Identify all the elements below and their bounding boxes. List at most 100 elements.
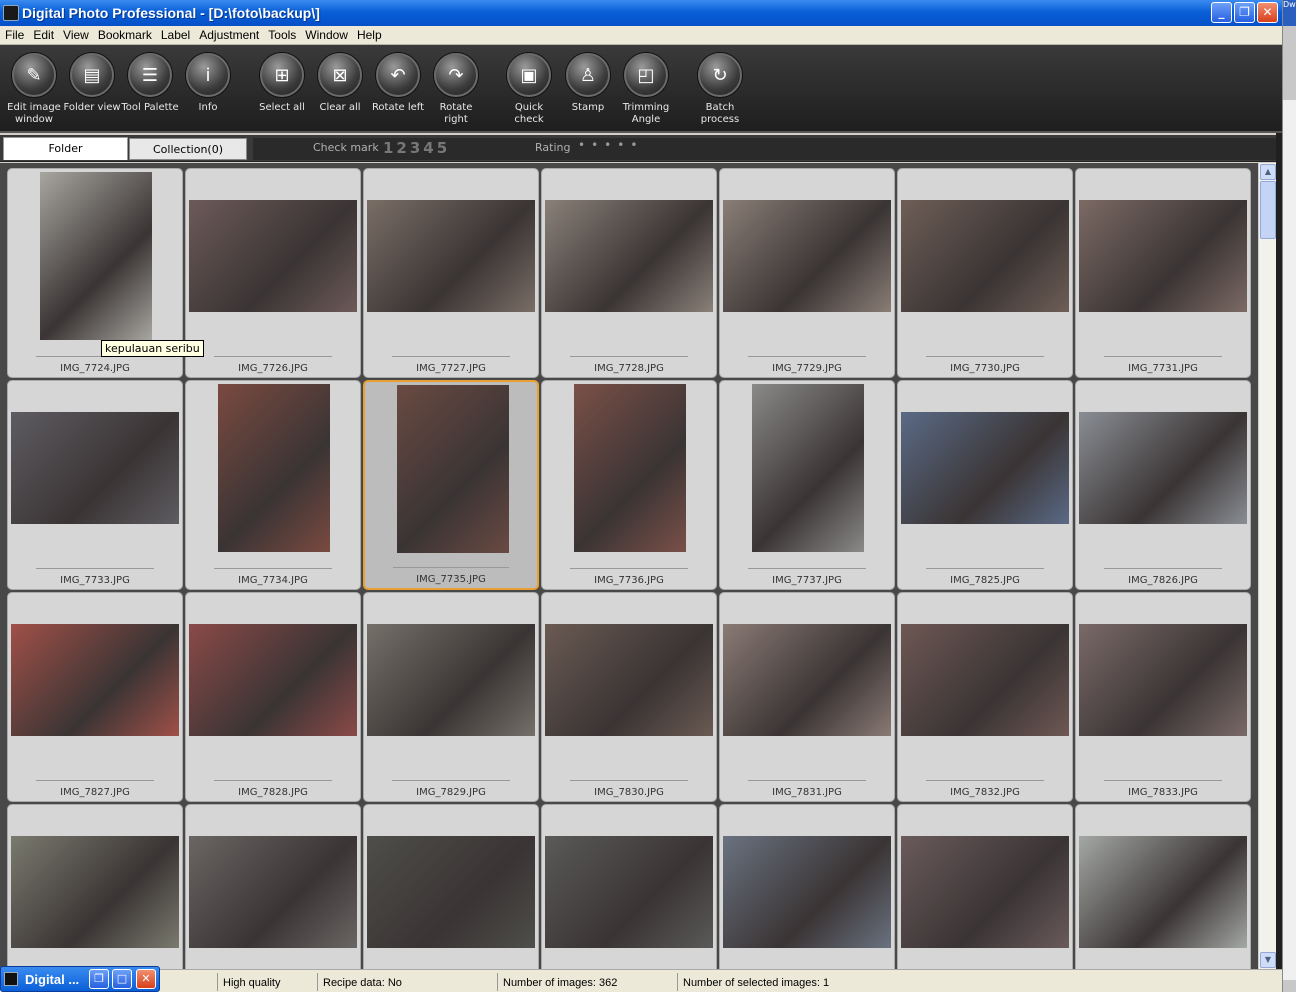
batch-process-icon: ↻	[698, 53, 742, 97]
thumbnail-image[interactable]	[545, 624, 713, 736]
thumbnail-cell[interactable]	[185, 804, 361, 969]
menu-item-window[interactable]: Window	[300, 26, 352, 42]
thumbnail-filename: IMG_7826.JPG	[1128, 575, 1198, 586]
thumbnail-cell[interactable]: IMG_7827.JPG	[7, 592, 183, 802]
trimming-angle-button[interactable]: ◰ Trimming Angle	[617, 53, 675, 126]
thumbnail-image[interactable]	[545, 836, 713, 948]
thumbnail-cell[interactable]	[897, 804, 1073, 969]
thumbnail-cell[interactable]: IMG_7832.JPG	[897, 592, 1073, 802]
tab-collection[interactable]: Collection(0)	[129, 138, 247, 160]
thumbnail-cell[interactable]: IMG_7736.JPG	[541, 380, 717, 590]
thumbnail-cell[interactable]: IMG_7735.JPG	[363, 380, 539, 590]
close-button[interactable]: ✕	[1257, 2, 1278, 23]
rotate-right-button[interactable]: ↷ Rotate right	[427, 53, 485, 126]
thumbnail-filename: IMG_7726.JPG	[238, 363, 308, 374]
thumbnail-image[interactable]	[901, 412, 1069, 524]
thumbnail-cell[interactable]: IMG_7737.JPG	[719, 380, 895, 590]
toolbar: ✎ Edit image window ▤ Folder view ☰ Tool Pale…	[0, 45, 1282, 133]
thumbnail-image[interactable]	[189, 200, 357, 312]
check-mark-selector[interactable]: 12345	[383, 139, 450, 157]
clear-all-button[interactable]: ⊠ Clear all	[311, 53, 369, 114]
maximize-button[interactable]: □	[112, 969, 132, 989]
thumbnail-cell[interactable]: IMG_7733.JPG	[7, 380, 183, 590]
menu-item-adjustment[interactable]: Adjustment	[194, 26, 263, 42]
thumbnail-cell[interactable]: IMG_7833.JPG	[1075, 592, 1251, 802]
edit-image-button[interactable]: ✎ Edit image window	[5, 53, 63, 126]
thumbnail-image[interactable]	[752, 384, 864, 552]
thumbnail-cell[interactable]: IMG_7829.JPG	[363, 592, 539, 802]
thumbnail-image[interactable]	[723, 200, 891, 312]
stamp-button[interactable]: ♙ Stamp	[559, 53, 617, 114]
info-icon: i	[186, 53, 230, 97]
menu-item-file[interactable]: File	[0, 26, 28, 42]
thumbnail-cell[interactable]: IMG_7729.JPG	[719, 168, 895, 378]
menu-item-help[interactable]: Help	[352, 26, 386, 42]
tool-palette-button[interactable]: ☰ Tool Palette	[121, 53, 179, 114]
thumbnail-cell[interactable]: IMG_7731.JPG	[1075, 168, 1251, 378]
info-button[interactable]: i Info	[179, 53, 237, 114]
thumbnail-image[interactable]	[11, 412, 179, 524]
thumbnail-image[interactable]	[218, 384, 330, 552]
quick-check-button[interactable]: ▣ Quick check	[500, 53, 558, 126]
thumbnail-image[interactable]	[1079, 412, 1247, 524]
scroll-up-arrow[interactable]: ▲	[1260, 164, 1276, 180]
thumbnail-image[interactable]	[189, 836, 357, 948]
thumbnail-cell[interactable]: IMG_7726.JPG	[185, 168, 361, 378]
thumbnail-cell[interactable]	[7, 804, 183, 969]
thumbnail-cell[interactable]: IMG_7830.JPG	[541, 592, 717, 802]
scroll-thumb[interactable]	[1260, 181, 1276, 239]
batch-process-button[interactable]: ↻ Batch process	[691, 53, 749, 126]
minimized-window-button[interactable]: Digital ... ❐ □ ✕	[0, 966, 160, 992]
thumbnail-image[interactable]	[901, 200, 1069, 312]
thumbnail-image[interactable]	[723, 624, 891, 736]
thumbnail-cell[interactable]	[363, 804, 539, 969]
thumbnail-cell[interactable]: IMG_7734.JPG	[185, 380, 361, 590]
thumbnail-image[interactable]	[545, 200, 713, 312]
menu-item-label[interactable]: Label	[156, 26, 194, 42]
thumbnail-cell[interactable]	[719, 804, 895, 969]
vertical-scrollbar[interactable]: ▲ ▼	[1258, 163, 1276, 969]
select-all-button[interactable]: ⊞ Select all	[253, 53, 311, 114]
thumbnail-cell[interactable]: IMG_7727.JPG	[363, 168, 539, 378]
thumbnail-image[interactable]	[1079, 836, 1247, 948]
thumbnail-cell[interactable]	[541, 804, 717, 969]
menu-item-bookmark[interactable]: Bookmark	[93, 26, 156, 42]
restore-button[interactable]: ❐	[89, 969, 109, 989]
thumbnail-filename: IMG_7736.JPG	[594, 575, 664, 586]
rating-selector[interactable]: •••••	[578, 138, 643, 152]
thumbnail-cell[interactable]: IMG_7831.JPG	[719, 592, 895, 802]
thumbnail-image[interactable]	[189, 624, 357, 736]
thumbnail-image[interactable]	[723, 836, 891, 948]
close-button[interactable]: ✕	[136, 969, 156, 989]
thumbnail-image[interactable]	[901, 624, 1069, 736]
status-divider	[677, 973, 678, 991]
thumbnail-image[interactable]	[11, 624, 179, 736]
thumbnail-image[interactable]	[367, 836, 535, 948]
tab-folder[interactable]: Folder	[3, 137, 128, 160]
thumbnail-image[interactable]	[40, 172, 152, 340]
menu-item-edit[interactable]: Edit	[28, 26, 58, 42]
thumbnail-image[interactable]	[1079, 200, 1247, 312]
thumbnail-cell[interactable]: IMG_7730.JPG	[897, 168, 1073, 378]
clear-all-icon: ⊠	[318, 53, 362, 97]
thumbnail-image[interactable]	[397, 385, 509, 553]
thumbnail-cell[interactable]: IMG_7826.JPG	[1075, 380, 1251, 590]
thumbnail-image[interactable]	[11, 836, 179, 948]
restore-button[interactable]: ❐	[1234, 2, 1255, 23]
thumbnail-cell[interactable]: IMG_7828.JPG	[185, 592, 361, 802]
thumbnail-image[interactable]	[901, 836, 1069, 948]
minimize-button[interactable]: _	[1211, 2, 1232, 23]
menu-item-view[interactable]: View	[58, 26, 93, 42]
thumbnail-cell[interactable]	[1075, 804, 1251, 969]
thumbnail-cell[interactable]: IMG_7825.JPG	[897, 380, 1073, 590]
thumbnail-image[interactable]	[367, 200, 535, 312]
thumbnail-image[interactable]	[1079, 624, 1247, 736]
thumbnail-image[interactable]	[574, 384, 686, 552]
menu-item-tools[interactable]: Tools	[263, 26, 300, 42]
folder-view-button[interactable]: ▤ Folder view	[63, 53, 121, 114]
rotate-left-button[interactable]: ↶ Rotate left	[369, 53, 427, 114]
thumbnail-cell[interactable]: IMG_7728.JPG	[541, 168, 717, 378]
thumbnail-image[interactable]	[367, 624, 535, 736]
caption-divider	[1104, 568, 1222, 569]
scroll-down-arrow[interactable]: ▼	[1260, 952, 1276, 968]
